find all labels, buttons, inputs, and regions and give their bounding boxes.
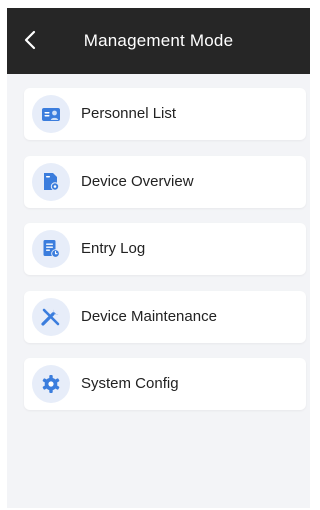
menu-item-system-config[interactable]: System Config bbox=[24, 358, 306, 410]
menu-item-icon-bg bbox=[32, 297, 70, 336]
menu-item-entry-log[interactable]: Entry Log bbox=[24, 223, 306, 275]
menu-item-label: System Config bbox=[81, 375, 179, 392]
menu-item-icon-bg bbox=[32, 365, 70, 403]
menu-list: Personnel List Device Overview Entry Log… bbox=[24, 88, 306, 426]
device-gear-icon bbox=[44, 172, 60, 191]
menu-item-icon-bg bbox=[32, 230, 70, 268]
personnel-card-icon bbox=[42, 108, 60, 121]
management-screen: Management Mode Personnel List Device Ov… bbox=[7, 8, 310, 508]
gear-icon bbox=[42, 375, 60, 393]
document-clock-icon bbox=[43, 240, 60, 258]
menu-item-device-overview[interactable]: Device Overview bbox=[24, 155, 306, 208]
menu-item-personnel-list[interactable]: Personnel List bbox=[24, 88, 306, 140]
header-bar: Management Mode bbox=[7, 8, 310, 74]
menu-item-label: Entry Log bbox=[81, 240, 146, 257]
menu-item-icon-bg bbox=[32, 95, 70, 133]
page-title: Management Mode bbox=[83, 31, 234, 50]
menu-item-label: Device Overview bbox=[81, 172, 194, 190]
menu-item-label: Device Maintenance bbox=[81, 307, 217, 325]
menu-item-label: Personnel List bbox=[81, 105, 177, 122]
menu-item-icon-bg bbox=[32, 162, 70, 201]
menu-item-device-maintenance[interactable]: Device Maintenance bbox=[24, 290, 306, 343]
wrench-screwdriver-icon bbox=[41, 308, 60, 326]
